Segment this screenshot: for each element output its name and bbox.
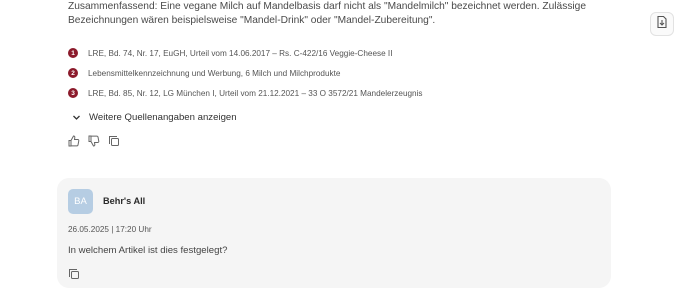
- copy-icon: [108, 134, 120, 152]
- answer-actions: [68, 134, 120, 152]
- thumbs-up-button[interactable]: [68, 134, 80, 152]
- more-sources-toggle[interactable]: Weitere Quellenangaben anzeigen: [72, 110, 237, 124]
- source-number-badge: 3: [68, 88, 78, 98]
- copy-answer-button[interactable]: [108, 134, 120, 152]
- thumbs-up-icon: [68, 134, 80, 152]
- copy-message-button[interactable]: [68, 267, 80, 279]
- chevron-down-icon: [72, 113, 81, 122]
- source-text[interactable]: Lebensmittelkennzeichnung und Werbung, 6…: [88, 69, 340, 78]
- user-name: Behr's All: [103, 196, 146, 206]
- source-text[interactable]: LRE, Bd. 74, Nr. 17, EuGH, Urteil vom 14…: [88, 49, 392, 58]
- thumbs-down-button[interactable]: [88, 134, 100, 152]
- source-number-badge: 2: [68, 68, 78, 78]
- avatar: BA: [68, 189, 93, 214]
- answer-summary-line-1: Zusammenfassend: Eine vegane Milch auf M…: [68, 1, 587, 12]
- source-text[interactable]: LRE, Bd. 85, Nr. 12, LG München I, Urtei…: [88, 89, 423, 98]
- copy-icon: [68, 267, 80, 284]
- more-sources-label: Weitere Quellenangaben anzeigen: [89, 111, 237, 123]
- user-message-card: BA Behr's All 26.05.2025 | 17:20 Uhr In …: [57, 178, 611, 288]
- source-number-badge: 1: [68, 48, 78, 58]
- export-document-icon: [655, 15, 669, 34]
- thumbs-down-icon: [88, 134, 100, 152]
- source-item[interactable]: 3 LRE, Bd. 85, Nr. 12, LG München I, Urt…: [68, 83, 588, 103]
- source-list: 1 LRE, Bd. 74, Nr. 17, EuGH, Urteil vom …: [68, 43, 588, 103]
- export-button[interactable]: [650, 12, 674, 36]
- source-item[interactable]: 1 LRE, Bd. 74, Nr. 17, EuGH, Urteil vom …: [68, 43, 588, 63]
- message-text: In welchem Artikel ist dies festgelegt?: [68, 245, 228, 256]
- answer-summary: Zusammenfassend: Eine vegane Milch auf M…: [68, 0, 588, 27]
- message-timestamp: 26.05.2025 | 17:20 Uhr: [68, 225, 152, 234]
- answer-summary-line-2: Bezeichnungen wären beispielsweise "Mand…: [68, 14, 436, 26]
- source-item[interactable]: 2 Lebensmittelkennzeichnung und Werbung,…: [68, 63, 588, 83]
